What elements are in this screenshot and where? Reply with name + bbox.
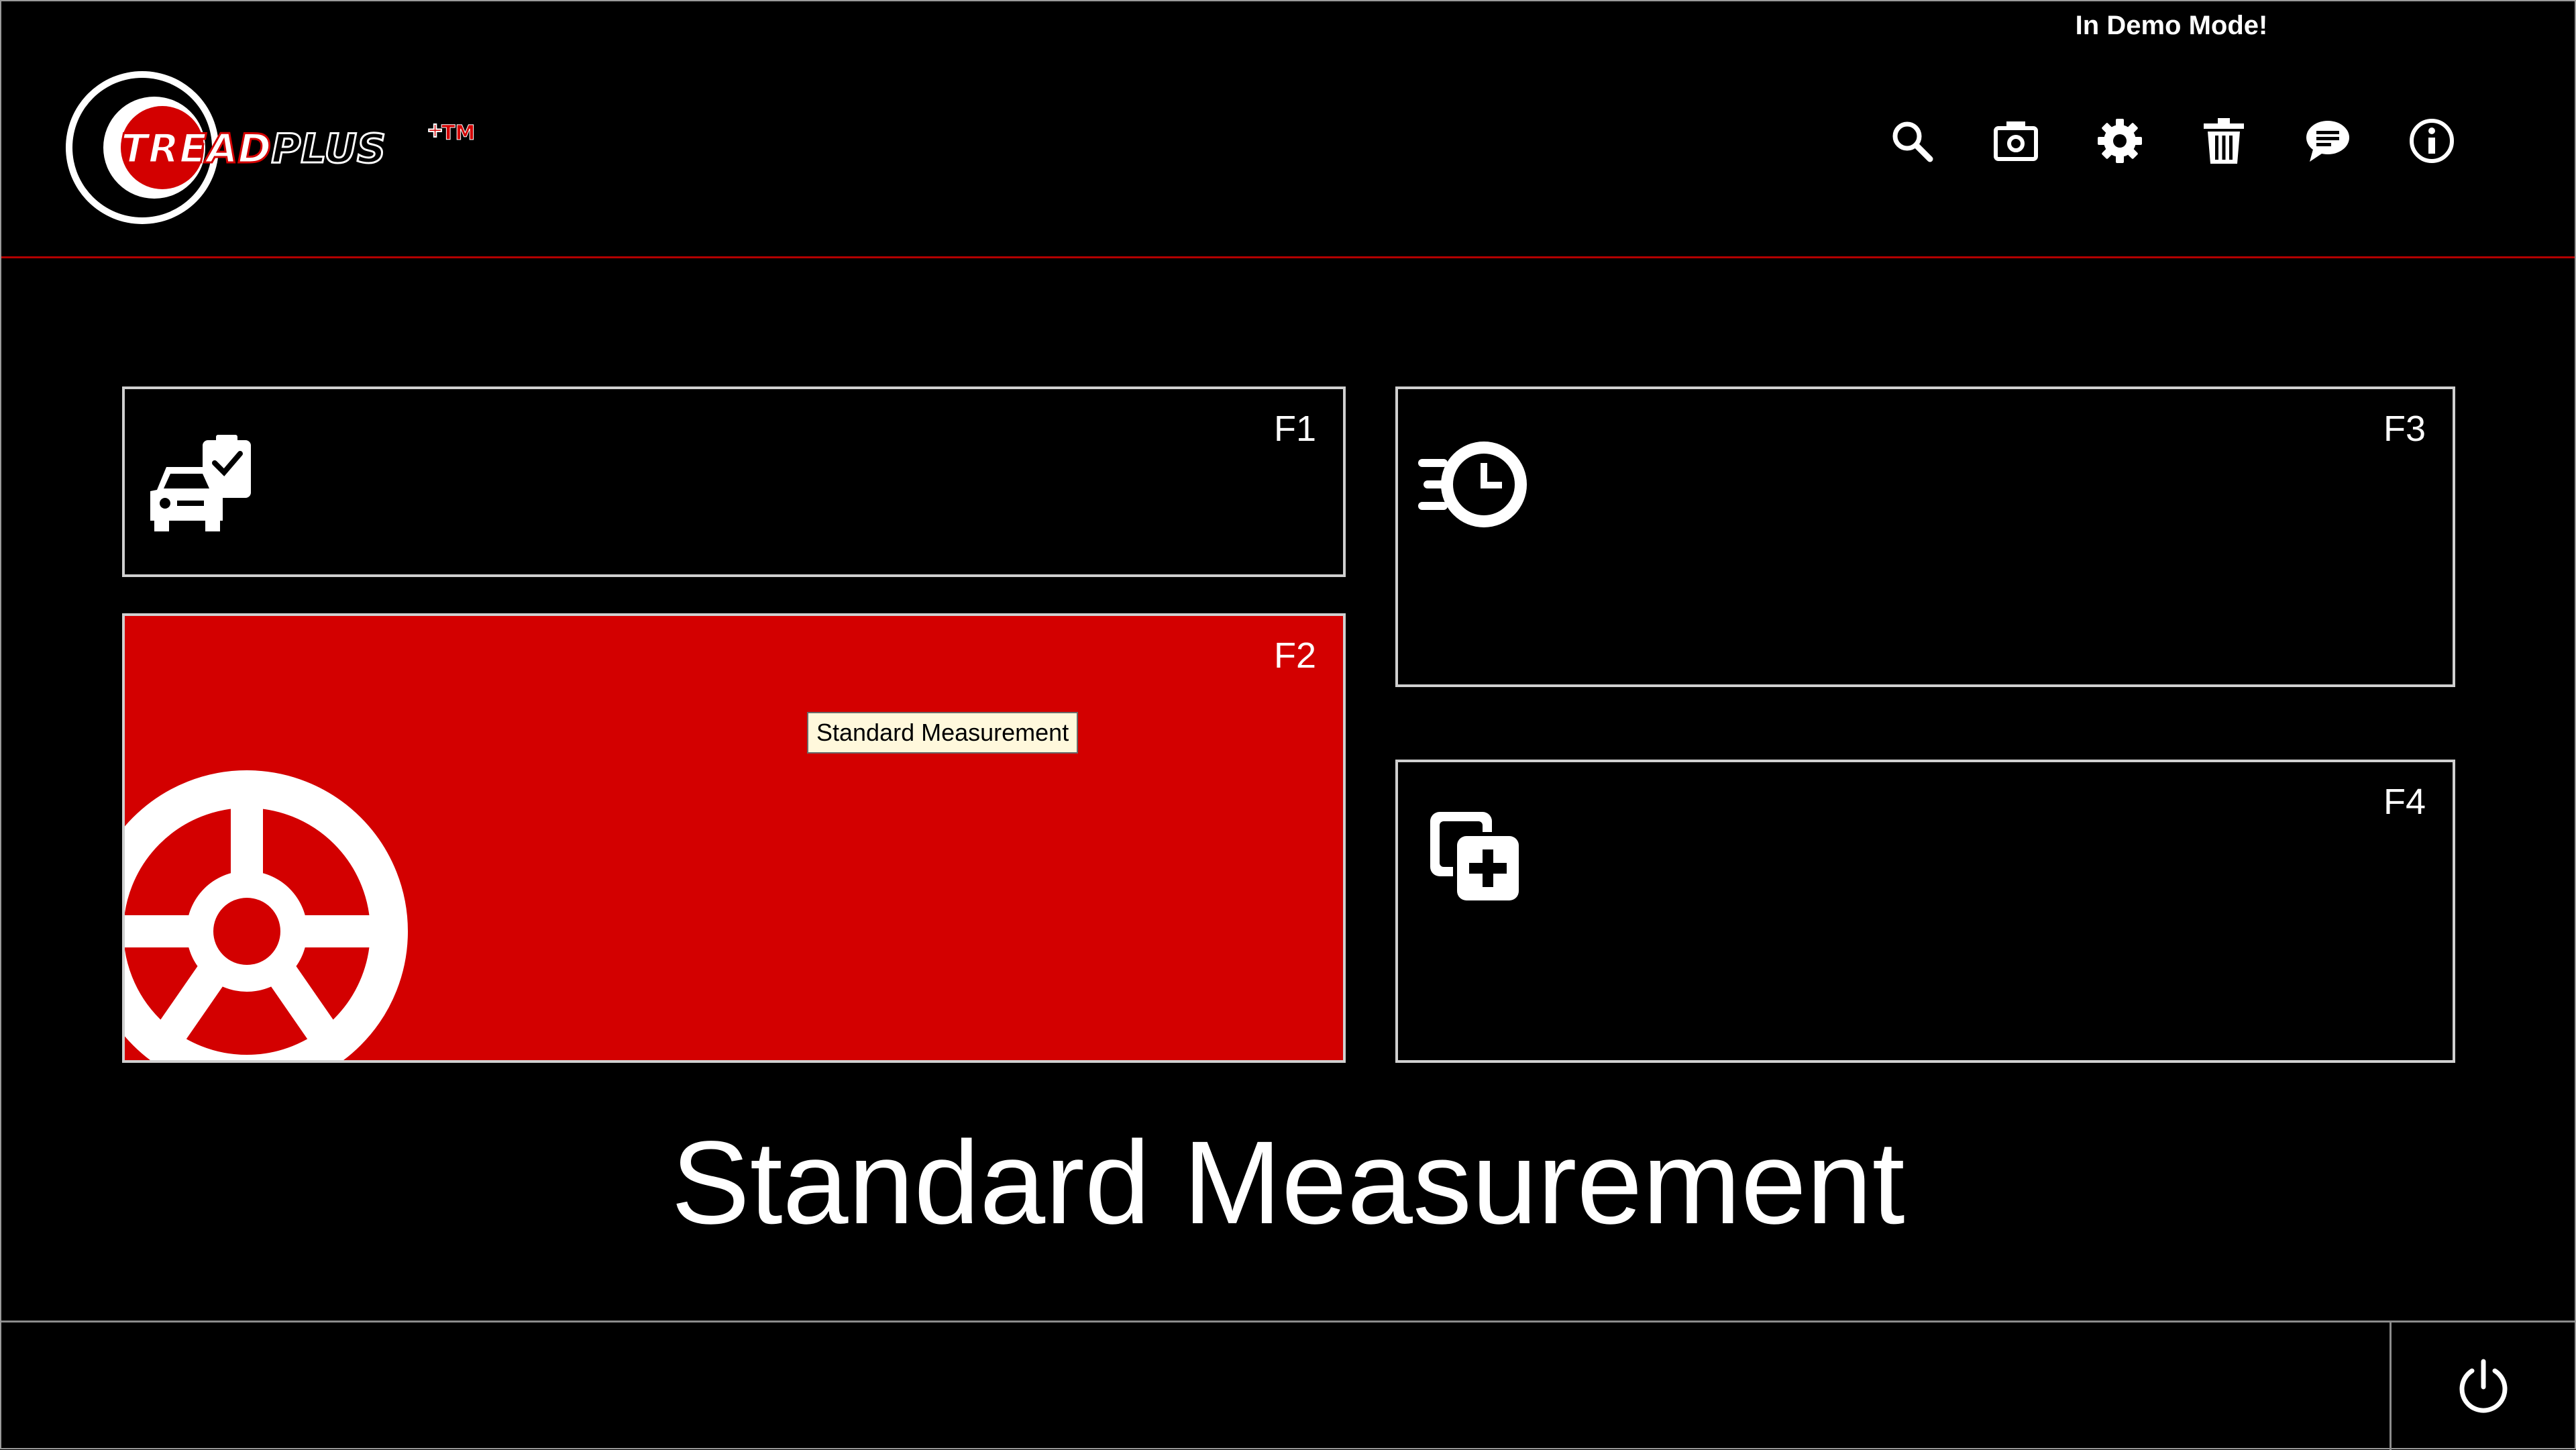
tile-f1[interactable]: F1 — [122, 386, 1346, 577]
footer-bar — [1, 1320, 2575, 1450]
logo-text: TREADPLUS — [121, 125, 386, 172]
wheel-icon — [125, 770, 408, 1060]
messages-button[interactable] — [2301, 114, 2355, 168]
power-icon — [2459, 1359, 2508, 1413]
header: In Demo Mode! TREADPLUS + TM — [1, 1, 2575, 258]
tile-f4-key: F4 — [2383, 782, 2426, 822]
fast-clock-icon — [1418, 442, 1527, 527]
tooltip: Standard Measurement — [807, 712, 1079, 754]
camera-icon — [1994, 121, 2038, 161]
selected-function-title: Standard Measurement — [671, 1117, 1905, 1249]
info-button[interactable] — [2405, 114, 2459, 168]
delete-button[interactable] — [2197, 114, 2251, 168]
tile-f3[interactable]: F3 — [1395, 386, 2455, 687]
logo-trademark: TM — [441, 121, 475, 145]
search-icon — [1892, 121, 1933, 162]
car-checklist-icon — [150, 435, 251, 531]
tile-f3-key: F3 — [2383, 409, 2426, 449]
footer-divider — [2390, 1323, 2392, 1450]
camera-button[interactable] — [1989, 114, 2043, 168]
tile-f2-key: F2 — [1273, 635, 1316, 676]
chat-icon — [2306, 121, 2349, 162]
add-copy-icon — [1430, 812, 1520, 902]
search-button[interactable] — [1885, 114, 1939, 168]
gear-icon — [2098, 119, 2142, 163]
settings-button[interactable] — [2093, 114, 2147, 168]
power-button[interactable] — [2453, 1356, 2514, 1416]
trash-icon — [2204, 118, 2244, 164]
tile-f1-key: F1 — [1273, 409, 1316, 449]
demo-mode-notice: In Demo Mode! — [2075, 11, 2268, 40]
tile-f2[interactable]: F2 — [122, 613, 1346, 1063]
tile-f4[interactable]: F4 — [1395, 760, 2455, 1063]
treadplus-logo: TREADPLUS + TM — [62, 64, 491, 242]
info-icon — [2410, 119, 2454, 163]
